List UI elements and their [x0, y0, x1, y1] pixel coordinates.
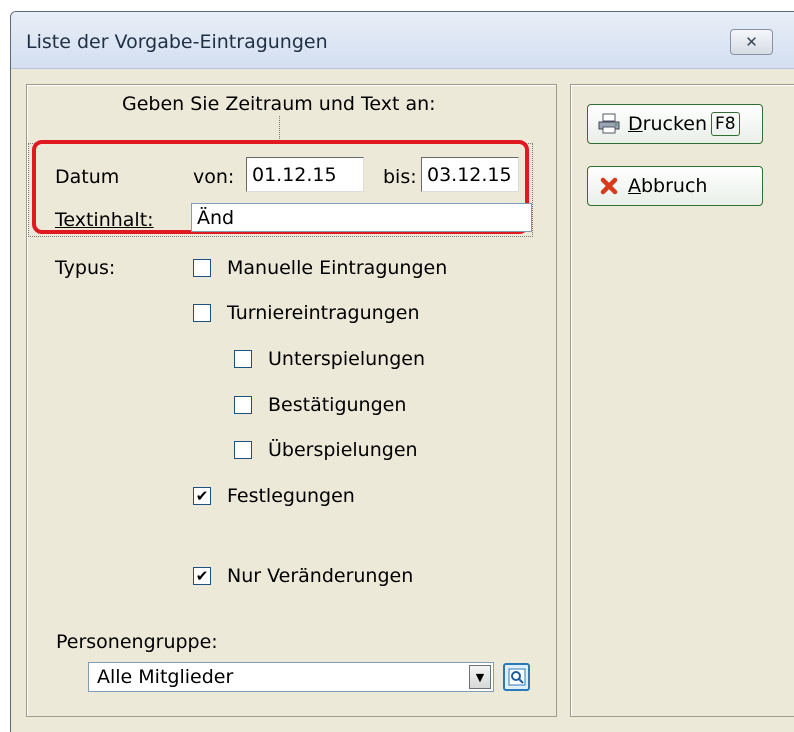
check-mark-icon: ✔ [195, 566, 209, 585]
option-label-festlegungen: Festlegungen [227, 485, 355, 507]
bis-label: bis: [383, 166, 417, 188]
personengruppe-selected: Alle Mitglieder [97, 666, 234, 688]
option-label-bestaetigungen: Bestätigungen [268, 394, 407, 416]
datum-label: Datum [55, 166, 120, 188]
print-accel-key: D [628, 113, 643, 135]
checkbox-turniereintragungen[interactable] [193, 304, 211, 322]
checkbox-nur-veraenderungen[interactable]: ✔ [193, 567, 211, 585]
personengruppe-select[interactable]: Alle Mitglieder ▼ [88, 662, 494, 692]
cancel-accel-key: A [628, 175, 641, 197]
cancel-button-label: Abbruch [628, 175, 707, 197]
title-bar: Liste der Vorgabe-Eintragungen ✕ [11, 12, 794, 69]
checkbox-ueberspielungen[interactable] [234, 441, 252, 459]
check-mark-icon: ✔ [195, 486, 209, 505]
cancel-x-icon [597, 174, 621, 198]
von-label: von: [193, 166, 235, 188]
window-title: Liste der Vorgabe-Eintragungen [26, 31, 328, 53]
date-to-input[interactable]: 03.12.15 [421, 157, 519, 192]
checkbox-bestaetigungen[interactable] [234, 396, 252, 414]
option-label-unterspielungen: Unterspielungen [268, 348, 425, 370]
shortcut-badge: F8 [711, 112, 740, 136]
printer-icon [597, 112, 621, 136]
dropdown-arrow-icon[interactable]: ▼ [469, 665, 491, 689]
cancel-button[interactable]: Abbruch [587, 166, 763, 206]
personengruppe-label: Personengruppe: [56, 631, 218, 653]
print-button[interactable]: Drucken F8 [587, 104, 763, 144]
option-label-ueberspielungen: Überspielungen [268, 439, 418, 461]
textinhalt-label-text: Textinhalt: [55, 209, 154, 231]
date-from-input[interactable]: 01.12.15 [246, 157, 364, 192]
option-label-nur-veraenderungen: Nur Veränderungen [227, 565, 414, 587]
focus-guide-line [279, 116, 280, 143]
checkbox-unterspielungen[interactable] [234, 350, 252, 368]
textinhalt-label: Textinhalt: [55, 209, 154, 231]
cancel-label-rest: bbruch [641, 175, 708, 197]
print-label-rest: rucken [642, 113, 707, 135]
typus-label: Typus: [55, 257, 116, 279]
instruction-heading: Geben Sie Zeitraum und Text an: [122, 93, 436, 115]
close-button[interactable]: ✕ [730, 29, 773, 55]
magnifier-icon [508, 668, 525, 686]
option-label-turnier: Turniereintragungen [227, 302, 420, 324]
lookup-button[interactable] [503, 663, 530, 691]
checkbox-manuelle-eintragungen[interactable] [193, 259, 211, 277]
close-icon: ✕ [745, 33, 758, 51]
text-content-input[interactable]: Änd [191, 203, 532, 232]
option-label-manuelle: Manuelle Eintragungen [227, 257, 448, 279]
checkbox-festlegungen[interactable]: ✔ [193, 487, 211, 505]
print-button-label: Drucken [628, 113, 707, 135]
